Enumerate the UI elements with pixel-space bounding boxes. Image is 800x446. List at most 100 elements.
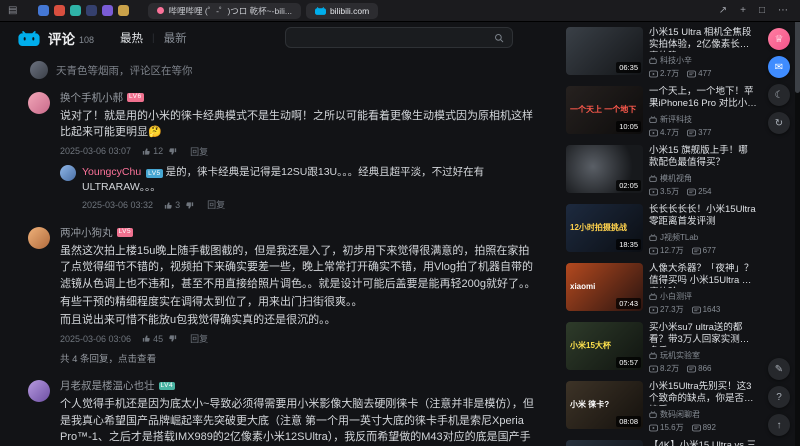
- tab-divider: |: [152, 32, 155, 44]
- history-icon[interactable]: ↻: [768, 112, 790, 134]
- reply-button[interactable]: 回复: [207, 199, 225, 212]
- view-replies-link[interactable]: 共 4 条回复，点击查看: [60, 351, 536, 365]
- avatar[interactable]: [28, 380, 50, 403]
- play-count: 8.2万: [660, 364, 680, 373]
- like-count: 3: [175, 199, 181, 210]
- extension-icon-5[interactable]: [102, 5, 114, 16]
- play-count: 4.7万: [660, 128, 680, 137]
- video-title[interactable]: 买小米su7 ultra送的都看？带3万人回家实测有多香: [649, 322, 757, 347]
- extension-icon-1[interactable]: [22, 5, 33, 16]
- level-badge: LV6: [127, 93, 144, 102]
- sidebar-toggle-icon[interactable]: ▤: [8, 5, 17, 16]
- comments-header: 评论 108 最热 | 最新: [0, 22, 562, 54]
- video-duration: 08:08: [616, 415, 641, 427]
- comment-footer: 2025-03-06 03:06 45 回复: [60, 332, 536, 345]
- notice-text: 天青色等烟雨，评论区在等你: [56, 64, 193, 77]
- vip-icon[interactable]: ♕: [768, 28, 790, 50]
- comment-input[interactable]: [286, 32, 494, 43]
- video-card[interactable]: xiaomi 07:43 人像大杀器？「夜神」？值得买吗 小米15Ultra 深…: [566, 263, 757, 315]
- tab-newest[interactable]: 最新: [164, 30, 187, 46]
- reply-button[interactable]: 回复: [190, 332, 208, 345]
- reply-button[interactable]: 回复: [190, 145, 208, 158]
- notice-avatar: [30, 61, 48, 79]
- extension-icon-3[interactable]: [70, 5, 82, 16]
- search-icon[interactable]: [494, 33, 504, 43]
- video-title[interactable]: 小米15Ultra先别买！这3个致命的缺点，你是否能接受: [649, 381, 757, 406]
- share-icon[interactable]: ↗: [715, 5, 731, 16]
- comment-username[interactable]: 两冲小狗丸: [60, 225, 113, 240]
- video-thumbnail[interactable]: 小米 徕卡? 08:08: [566, 381, 643, 429]
- danmaku-count: 377: [698, 128, 712, 137]
- address-bar[interactable]: bilibili.com: [305, 2, 379, 19]
- tab-hottest[interactable]: 最热: [120, 30, 143, 46]
- feedback-icon[interactable]: ✎: [768, 358, 790, 380]
- night-mode-icon[interactable]: ☾: [768, 84, 790, 106]
- video-thumbnail[interactable]: xiaomi 07:43: [566, 263, 643, 311]
- video-card[interactable]: 06:35 小米15 Ultra 相机全焦段实拍体验，2亿像素长焦真的稳 科技小…: [566, 27, 757, 79]
- video-uploader[interactable]: 玩机实验室: [649, 350, 757, 361]
- video-title[interactable]: 【4K】小米15 Ultra vs 三星Galaxy S25 Ultra：东京夜…: [649, 440, 757, 446]
- video-card[interactable]: 小米 徕卡? 08:08 小米15Ultra先别买！这3个致命的缺点，你是否能接…: [566, 381, 757, 433]
- video-title[interactable]: 一个天上，一个地下！苹果iPhone16 Pro 对比小米15 Ultra: [649, 86, 757, 111]
- add-tab-icon[interactable]: +: [736, 5, 750, 16]
- reply-time: 2025-03-06 03:32: [82, 199, 154, 210]
- video-thumbnail[interactable]: 【4K】 21:46: [566, 440, 643, 446]
- copy-icon[interactable]: □: [755, 5, 769, 16]
- video-thumbnail[interactable]: 02:05: [566, 145, 643, 193]
- video-title[interactable]: 人像大杀器？「夜神」？值得买吗 小米15Ultra 深度体验: [649, 263, 757, 288]
- video-uploader[interactable]: 模机视角: [649, 173, 757, 184]
- message-icon[interactable]: ✉: [768, 56, 790, 78]
- comment-input-box[interactable]: [285, 27, 513, 48]
- uploader-name: 玩机实验室: [660, 351, 700, 360]
- video-thumbnail[interactable]: 小米15大杯 05:57: [566, 322, 643, 370]
- video-card[interactable]: 一个天上 一个地下 10:05 一个天上，一个地下！苹果iPhone16 Pro…: [566, 86, 757, 138]
- browser-tab[interactable]: 哔哩哔哩 (゜-゜)つロ 乾杯~-bili...: [148, 2, 301, 19]
- comment-username[interactable]: 月老叔是楼温心也壮: [60, 378, 155, 393]
- extension-icon-2[interactable]: [54, 5, 66, 16]
- floating-toolbar-bottom: ✎ ? ↑: [768, 358, 790, 436]
- video-card[interactable]: 小米15大杯 05:57 买小米su7 ultra送的都看？带3万人回家实测有多…: [566, 322, 757, 374]
- extension-icon-6[interactable]: [118, 5, 130, 16]
- reply-username[interactable]: YoungcyChu: [82, 166, 141, 178]
- dislike-button[interactable]: [185, 201, 194, 210]
- uploader-name: 模机视角: [660, 174, 692, 183]
- danmaku-count: 677: [702, 246, 716, 255]
- comment-username[interactable]: 换个手机小郝: [60, 90, 123, 105]
- more-icon[interactable]: ⋯: [774, 5, 792, 16]
- play-icon: [649, 365, 658, 372]
- video-stats: 3.5万 254: [649, 186, 757, 197]
- video-uploader[interactable]: 数码闲聊君: [649, 409, 757, 420]
- help-icon[interactable]: ?: [768, 386, 790, 408]
- video-title[interactable]: 小米15 旗舰版上手！哪款配色最值得买？: [649, 145, 757, 170]
- extension-icon-1[interactable]: [38, 5, 50, 16]
- video-card[interactable]: 【4K】 21:46 【4K】小米15 Ultra vs 三星Galaxy S2…: [566, 440, 757, 446]
- like-button[interactable]: 3: [164, 199, 180, 212]
- like-button[interactable]: 45: [142, 334, 163, 344]
- video-thumbnail[interactable]: 12小时拍摄挑战 18:35: [566, 204, 643, 252]
- video-uploader[interactable]: 新评科技: [649, 114, 757, 125]
- play-icon: [649, 70, 658, 77]
- video-uploader[interactable]: 小白测评: [649, 291, 757, 302]
- dislike-button[interactable]: [168, 334, 177, 343]
- comment-item: 换个手机小郝 LV6 说对了！就是用的小米的徕卡经典模式不是生动啊！之所以可能看…: [28, 83, 562, 218]
- avatar[interactable]: [28, 227, 50, 250]
- avatar[interactable]: [28, 92, 50, 114]
- extension-icon-4[interactable]: [86, 5, 98, 16]
- video-title[interactable]: 长长长长长！小米15Ultra 零距离首发评测: [649, 204, 757, 229]
- dislike-button[interactable]: [168, 147, 177, 156]
- bilibili-page: 评论 108 最热 | 最新 天青色等烟雨，评论区在等你 换个手机小郝 LV6 …: [0, 22, 800, 446]
- video-thumbnail[interactable]: 一个天上 一个地下 10:05: [566, 86, 643, 134]
- danmaku-count: 254: [698, 187, 712, 196]
- video-card[interactable]: 02:05 小米15 旗舰版上手！哪款配色最值得买？ 模机视角 3.5万 254: [566, 145, 757, 197]
- video-thumbnail[interactable]: 06:35: [566, 27, 643, 75]
- video-uploader[interactable]: 科技小辛: [649, 55, 757, 66]
- video-card[interactable]: 12小时拍摄挑战 18:35 长长长长长！小米15Ultra 零距离首发评测 J…: [566, 204, 757, 256]
- like-button[interactable]: 12: [142, 146, 163, 156]
- video-title[interactable]: 小米15 Ultra 相机全焦段实拍体验，2亿像素长焦真的稳: [649, 27, 757, 52]
- comment-paragraph: 而且说出来可惜不能放u包我觉得确实真的还是很沉的。。: [60, 314, 336, 327]
- video-uploader[interactable]: J视频TLab: [649, 232, 757, 243]
- back-to-top-icon[interactable]: ↑: [768, 414, 790, 436]
- uploader-name: 数码闲聊君: [660, 410, 700, 419]
- video-duration: 10:05: [616, 120, 641, 132]
- reply-avatar[interactable]: [60, 164, 76, 181]
